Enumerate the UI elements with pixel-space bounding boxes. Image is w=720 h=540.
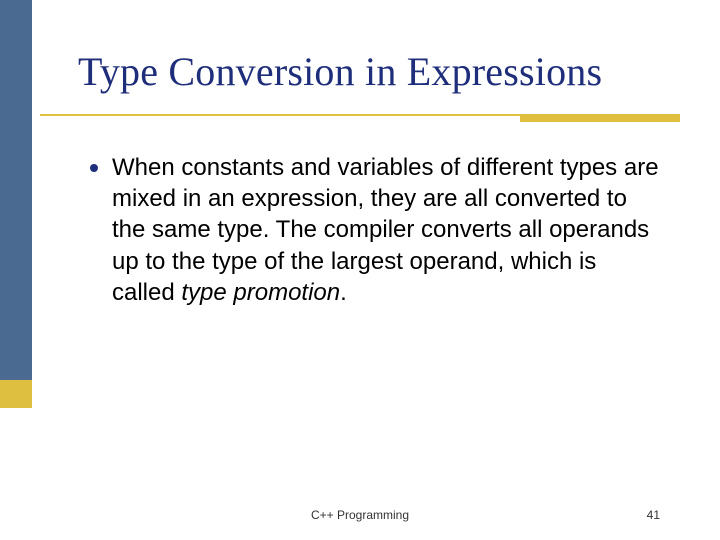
footer-center: C++ Programming: [0, 508, 720, 522]
bullet-text: When constants and variables of differen…: [112, 152, 660, 308]
slide: Type Conversion in Expressions When cons…: [0, 0, 720, 540]
bullet-text-emphasis: type promotion: [181, 279, 340, 306]
footer-page-number: 41: [647, 508, 660, 522]
bullet-item: When constants and variables of differen…: [90, 152, 660, 308]
left-sidebar-bar: [0, 0, 32, 380]
title-underline-thick: [520, 114, 680, 122]
slide-title: Type Conversion in Expressions: [78, 48, 602, 95]
bullet-text-after: .: [340, 279, 347, 306]
bullet-icon: [90, 164, 98, 172]
left-sidebar-accent: [0, 380, 32, 408]
slide-body: When constants and variables of differen…: [90, 152, 660, 308]
